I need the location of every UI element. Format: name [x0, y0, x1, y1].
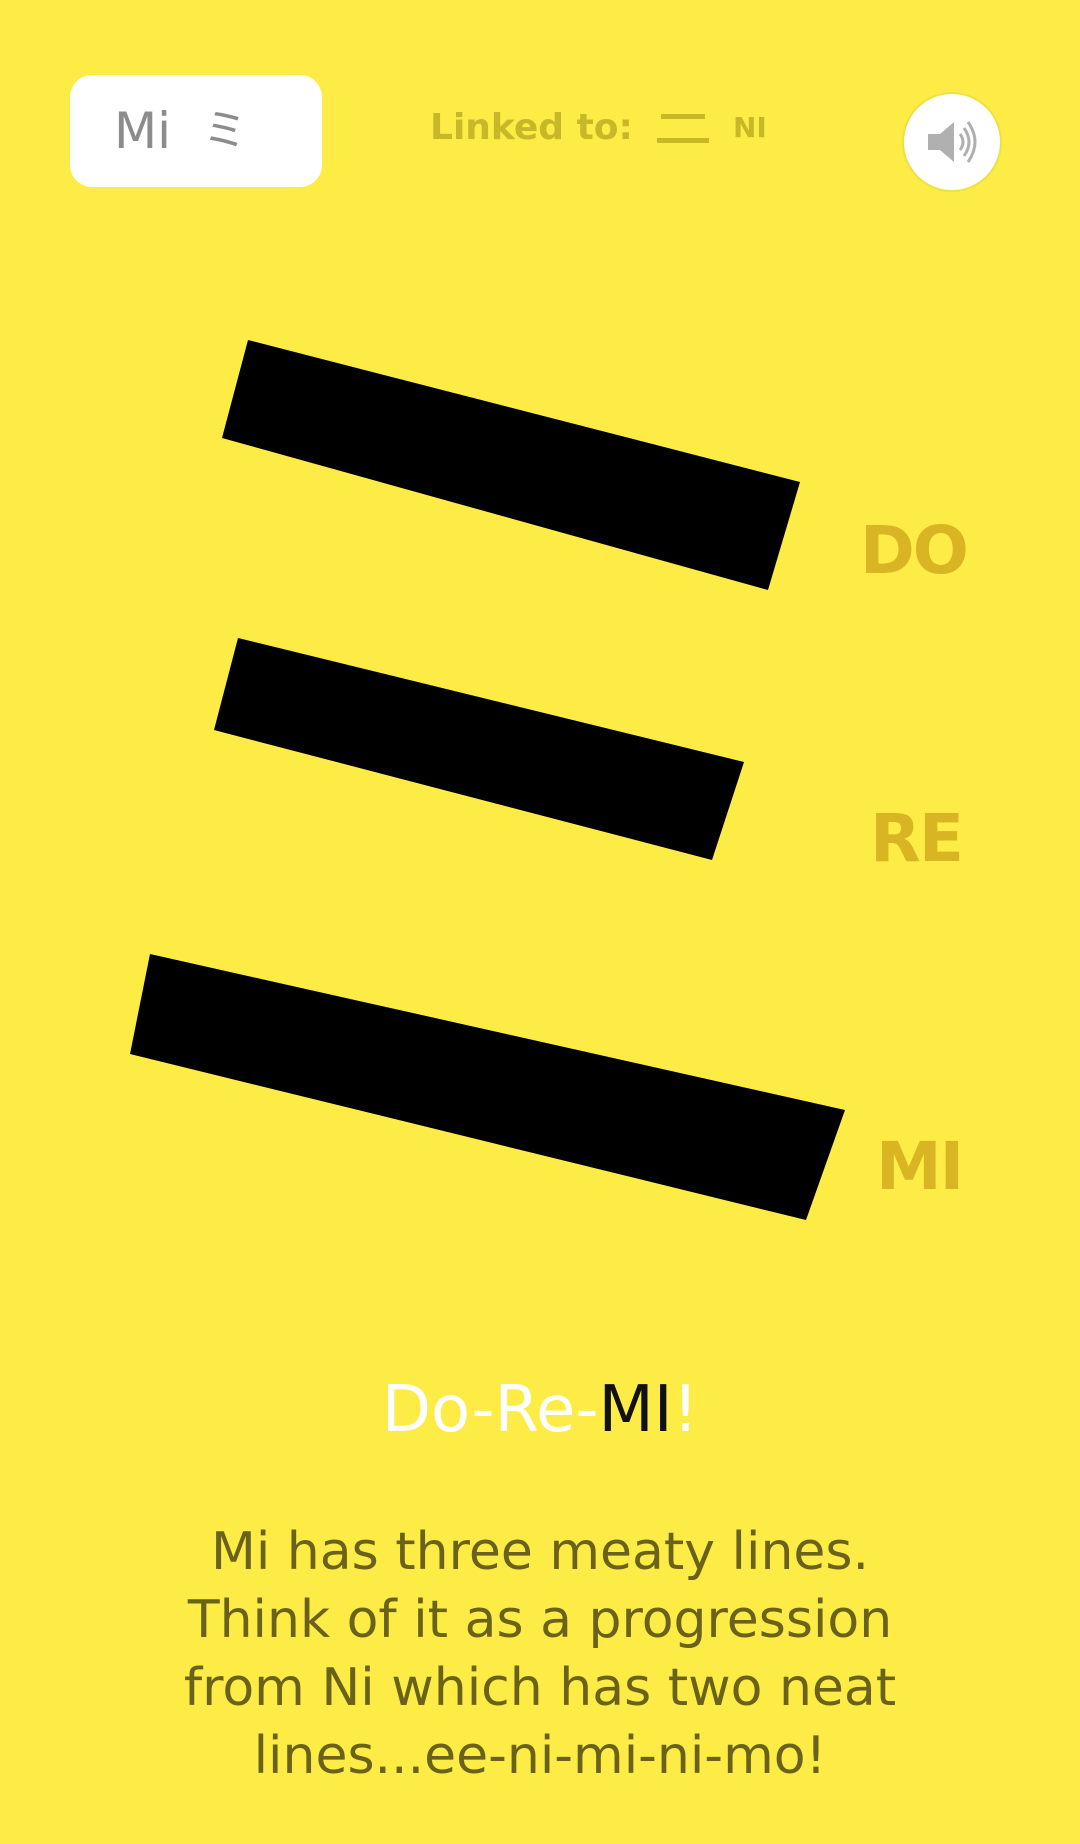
- stroke-label-mi: MI: [876, 1128, 964, 1205]
- description-line: lines...ee-ni-mi-ni-mo!: [253, 1726, 827, 1786]
- linked-to-section[interactable]: Linked to: NI: [430, 108, 767, 148]
- title-part3: !: [672, 1373, 699, 1447]
- title-part2: MI: [598, 1373, 673, 1447]
- description-line: from Ni which has two neat: [183, 1658, 897, 1718]
- current-character-chip[interactable]: Mi ミ: [70, 75, 322, 187]
- speaker-icon: [928, 121, 977, 163]
- title: Do-Re-MI!: [0, 1378, 1080, 1442]
- chip-glyph: ミ: [203, 105, 248, 156]
- stroke-label-re: RE: [870, 800, 964, 877]
- stroke-2: [214, 638, 744, 860]
- sound-button[interactable]: [904, 94, 1000, 190]
- title-part1: Do-Re-: [381, 1373, 599, 1447]
- description-line: Think of it as a progression: [187, 1590, 893, 1650]
- stroke-label-do: DO: [860, 512, 969, 589]
- description: Mi has three meaty lines. Think of it as…: [60, 1518, 1020, 1790]
- mi-character-illustration: DO RE MI: [0, 300, 1080, 1260]
- stroke-3: [130, 954, 845, 1220]
- linked-glyph-icon: [656, 114, 709, 143]
- description-line: Mi has three meaty lines.: [210, 1522, 870, 1582]
- mi-strokes: [130, 340, 845, 1220]
- linked-label: Linked to:: [430, 107, 633, 148]
- stroke-1: [222, 340, 800, 590]
- chip-label: Mi: [114, 102, 172, 160]
- linked-name: NI: [732, 111, 767, 144]
